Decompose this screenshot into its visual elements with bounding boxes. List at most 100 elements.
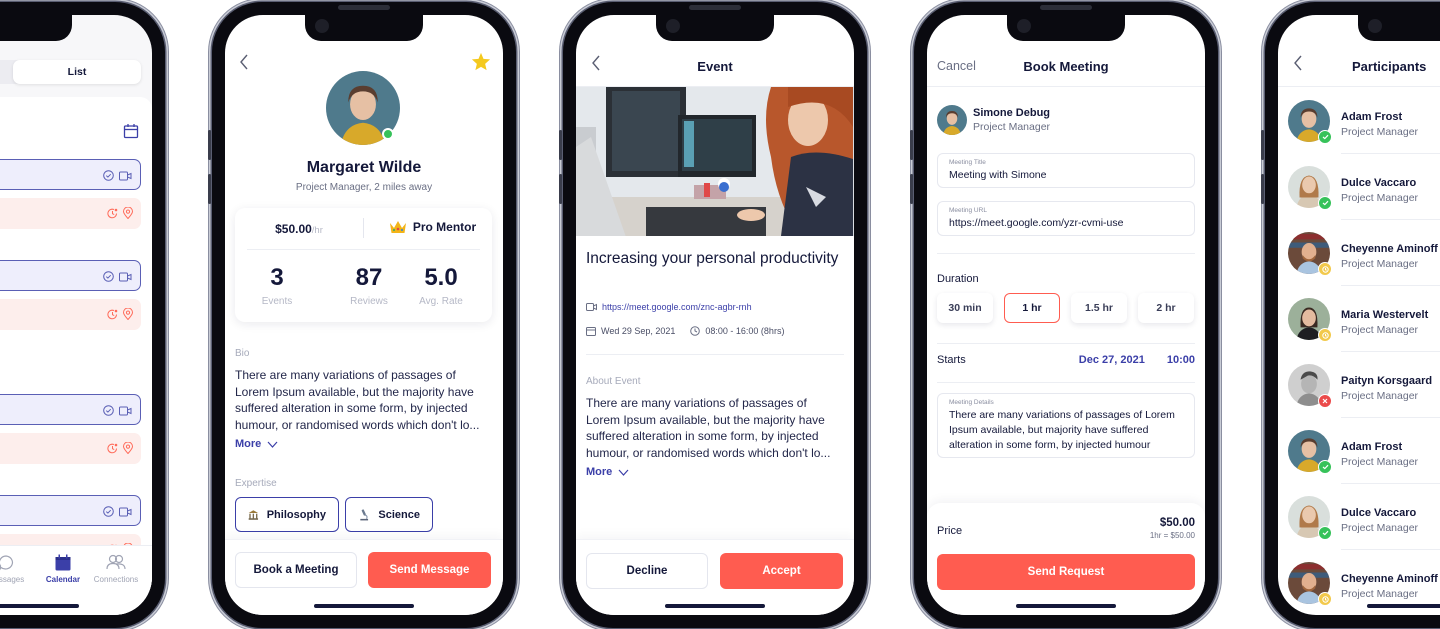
tab-connections[interactable]: Connections xyxy=(88,554,144,584)
calendar-screen: List Messages Calendar Connections xyxy=(0,15,152,615)
profile-subtitle: Project Manager, 2 miles away xyxy=(295,182,433,193)
check-circle-icon xyxy=(103,168,114,186)
event-card-in-person[interactable] xyxy=(0,299,141,330)
people-icon xyxy=(106,554,126,570)
participant-row[interactable]: Dulce Vaccaro Project Manager xyxy=(1278,154,1440,220)
expertise-label: Expertise xyxy=(235,478,277,489)
meeting-title-field[interactable]: Meeting Title Meeting with Simone xyxy=(937,153,1195,188)
location-pin-icon xyxy=(122,441,134,459)
crown-icon xyxy=(389,221,406,233)
event-card-in-person[interactable] xyxy=(0,433,141,464)
check-circle-icon xyxy=(103,269,114,287)
start-time[interactable]: 10:00 xyxy=(1167,354,1195,366)
participant-role: Project Manager xyxy=(1341,324,1419,336)
view-segmented-control[interactable]: List xyxy=(0,60,141,84)
mentor-name: Simone Debug xyxy=(973,107,1051,119)
stat-reviews: 87 Reviews xyxy=(350,264,388,307)
status-accepted-icon xyxy=(1318,196,1332,210)
segment-list[interactable]: List xyxy=(13,60,141,84)
back-chevron-icon[interactable] xyxy=(1292,55,1304,71)
microscope-icon xyxy=(360,508,369,520)
video-icon xyxy=(586,303,597,311)
clock-pending-icon xyxy=(107,441,118,459)
duration-1hr[interactable]: 1 hr xyxy=(1004,293,1060,323)
stat-events: 3 Events xyxy=(261,264,293,307)
phone-profile: Margaret Wilde Project Manager, 2 miles … xyxy=(208,2,516,628)
participant-row[interactable]: Adam Frost Project Manager xyxy=(1278,88,1440,154)
participant-row[interactable]: Paityn Korsgaard Project Manager xyxy=(1278,352,1440,418)
duration-30min[interactable]: 30 min xyxy=(937,293,993,323)
send-message-button[interactable]: Send Message xyxy=(368,552,491,588)
profile-name: Margaret Wilde xyxy=(306,159,422,176)
event-meeting-link[interactable]: https://meet.google.com/znc-agbr-rnh xyxy=(586,302,752,312)
home-indicator xyxy=(665,604,765,608)
book-meeting-button[interactable]: Book a Meeting xyxy=(235,552,357,588)
back-chevron-icon[interactable] xyxy=(239,54,249,70)
event-card-in-person[interactable] xyxy=(0,198,141,229)
price-value: $50.00 1hr = $50.00 xyxy=(1149,517,1195,540)
phone-book-meeting: Cancel Book Meeting Simone Debug Project… xyxy=(910,2,1218,628)
about-event-label: About Event xyxy=(586,376,641,387)
bio-more-link[interactable]: More xyxy=(235,438,278,450)
clock-icon xyxy=(690,326,701,336)
event-title: Increasing your personal productivity xyxy=(586,250,839,267)
participant-name: Adam Frost xyxy=(1341,111,1403,123)
status-pending-icon xyxy=(1318,592,1332,606)
status-accepted-icon xyxy=(1318,526,1332,540)
participant-role: Project Manager xyxy=(1341,126,1419,138)
duration-1-5hr[interactable]: 1.5 hr xyxy=(1071,293,1127,323)
send-request-button[interactable]: Send Request xyxy=(937,554,1195,590)
hourly-rate: $50.00/hr xyxy=(275,222,323,236)
event-card-online[interactable] xyxy=(0,495,141,526)
participant-name: Adam Frost xyxy=(1341,441,1403,453)
chevron-down-icon xyxy=(267,441,278,448)
status-accepted-icon xyxy=(1318,460,1332,474)
status-declined-icon xyxy=(1318,394,1332,408)
notch xyxy=(305,15,423,41)
stat-avg-rate: 5.0 Avg. Rate xyxy=(419,264,463,307)
video-icon xyxy=(119,403,132,421)
notch xyxy=(656,15,774,41)
expertise-chip-science[interactable]: Science xyxy=(345,497,433,532)
location-pin-icon xyxy=(122,206,134,224)
participant-role: Project Manager xyxy=(1341,522,1419,534)
clock-pending-icon xyxy=(107,307,118,325)
participants-list: Adam Frost Project Manager Dulce Vaccaro Pr… xyxy=(1278,88,1440,615)
notch xyxy=(1007,15,1125,41)
duration-label: Duration xyxy=(937,273,979,285)
participant-row[interactable]: Dulce Vaccaro Project Manager xyxy=(1278,484,1440,550)
calendar-icon[interactable] xyxy=(123,123,139,139)
video-icon xyxy=(119,168,132,186)
tab-calendar[interactable]: Calendar xyxy=(35,554,91,584)
chat-bubble-icon xyxy=(0,555,14,571)
chevron-down-icon xyxy=(618,469,629,476)
home-indicator xyxy=(1367,604,1440,608)
meeting-url-field[interactable]: Meeting URL https://meet.google.com/yzr-… xyxy=(937,201,1195,236)
participant-name: Paityn Korsgaard xyxy=(1341,375,1433,387)
classical-building-icon xyxy=(248,509,259,520)
participant-row[interactable]: Cheyenne Aminoff Project Manager xyxy=(1278,220,1440,286)
start-datetime-row[interactable]: Starts Dec 27, 2021 10:00 xyxy=(937,354,1195,366)
participant-row[interactable]: Adam Frost Project Manager xyxy=(1278,418,1440,484)
status-pending-icon xyxy=(1318,328,1332,342)
meeting-details-field[interactable]: Meeting Details There are many variation… xyxy=(937,393,1195,458)
phone-calendar: List Messages Calendar Connections xyxy=(0,2,165,628)
favorite-star-icon[interactable] xyxy=(471,52,491,71)
start-date[interactable]: Dec 27, 2021 xyxy=(1079,354,1145,366)
participant-row[interactable]: Maria Westervelt Project Manager xyxy=(1278,286,1440,352)
participant-name: Cheyenne Aminoff xyxy=(1341,243,1438,255)
book-meeting-screen: Cancel Book Meeting Simone Debug Project… xyxy=(927,15,1205,615)
accept-button[interactable]: Accept xyxy=(720,553,843,589)
decline-button[interactable]: Decline xyxy=(586,553,708,589)
event-card-online[interactable] xyxy=(0,159,141,190)
expertise-chip-philosophy[interactable]: Philosophy xyxy=(235,497,339,532)
mentor-avatar xyxy=(937,105,967,135)
event-card-online[interactable] xyxy=(0,394,141,425)
duration-2hr[interactable]: 2 hr xyxy=(1138,293,1194,323)
participant-name: Maria Westervelt xyxy=(1341,309,1429,321)
participant-role: Project Manager xyxy=(1341,192,1419,204)
event-card-online[interactable] xyxy=(0,260,141,291)
tab-messages[interactable]: Messages xyxy=(0,554,34,584)
location-pin-icon xyxy=(122,307,134,325)
about-more-link[interactable]: More xyxy=(586,466,629,478)
